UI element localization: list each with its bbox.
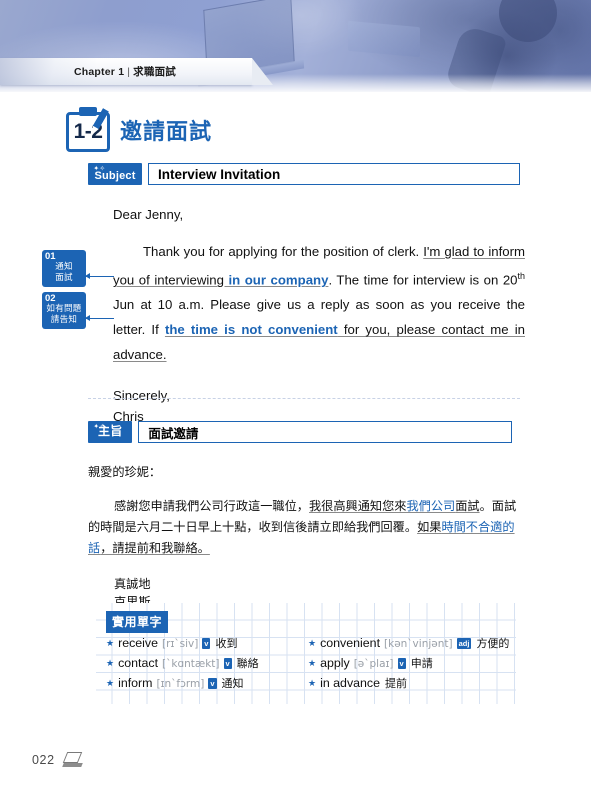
chapter-breadcrumb: Chapter 1 | 求職面試 (74, 64, 176, 79)
banner-second-laptop-graphic (348, 20, 420, 58)
chapter-number-label: Chapter 1 (74, 66, 125, 78)
vocabulary-part-of-speech: adj (456, 638, 472, 649)
chinese-greeting: 親愛的珍妮： (88, 465, 162, 479)
vocabulary-title: 實用單字 (106, 611, 169, 633)
english-segment-0: Thank you for applying for the position … (143, 244, 424, 259)
vocabulary-item: ★ contact [ˋkɑntækt] v 聯絡 (106, 654, 308, 674)
vocabulary-phonetic: [ˋkɑntækt] (162, 658, 220, 670)
section-title: 邀請面試 (120, 120, 213, 145)
vocabulary-word: apply (320, 656, 350, 670)
chinese-segment-7: ，請提前和我聯絡。 (100, 541, 210, 555)
subject-badge-chinese: ✦✧ 主旨 (88, 421, 133, 443)
annotation-arrow-02 (85, 315, 114, 321)
star-icon: ★ (106, 678, 115, 688)
vocabulary-part-of-speech: v (397, 658, 406, 669)
subject-badge-english: ✦✧ Subject (88, 163, 142, 185)
clipboard-icon: 1-2 (66, 107, 114, 153)
vocabulary-part-of-speech: v (223, 658, 232, 669)
vocabulary-word: receive (118, 636, 159, 650)
page-number: 022 (32, 752, 55, 767)
chinese-segment-0: 感謝您申請我們公司行政這一職位， (114, 499, 309, 513)
chinese-highlight-our-company: 我們公司 (406, 499, 456, 513)
annotation-line1-01: 通知 (55, 262, 73, 272)
vocabulary-right-column: ★ convenient [kənˋvinjənt] adj 方便的 ★ app… (308, 634, 510, 694)
vocabulary-left-column: ★ receive [rɪˋsiv] v 收到 ★ contact [ˋkɑnt… (106, 634, 308, 694)
annotation-line1-02: 如有問題 (46, 304, 82, 314)
chinese-closing: 真誠地 (114, 577, 151, 591)
chinese-segment-3: 面試 (455, 499, 480, 513)
vocabulary-box: 實用單字 ★ receive [rɪˋsiv] v 收到 ★ contact [… (96, 603, 516, 704)
english-letter-body: Dear Jenny, Thank you for applying for t… (113, 202, 525, 427)
vocabulary-word: in advance (320, 676, 381, 690)
vocabulary-part-of-speech: v (208, 678, 217, 689)
english-paragraph: Thank you for applying for the position … (113, 239, 525, 367)
chinese-segment-5: 如果 (417, 520, 442, 534)
star-icon: ★ (308, 678, 317, 688)
breadcrumb-separator: | (127, 66, 131, 78)
star-icon: ★ (106, 638, 115, 648)
vocabulary-item: ★ receive [rɪˋsiv] v 收到 (106, 634, 308, 654)
annotation-tag-01: 01 通知 面試 (42, 250, 86, 287)
star-icon: ★ (308, 658, 317, 668)
english-segment-3: . The time for interview is on 20 (328, 272, 518, 288)
english-highlight-in-our-company: in our company (228, 272, 329, 288)
annotation-number-01: 01 (45, 251, 56, 262)
vocabulary-item: ★ apply [əˋplaɪ] v 申請 (308, 654, 510, 674)
book-icon (61, 752, 83, 767)
english-highlight-not-convenient: the time is not convenient (164, 322, 338, 338)
annotation-line2-02: 請告知 (50, 314, 78, 325)
vocabulary-meaning: 方便的 (476, 637, 510, 650)
chinese-segment-1: 我很高興通知您來 (309, 499, 407, 513)
vocabulary-word: inform (118, 676, 153, 690)
chinese-paragraph: 感謝您申請我們公司行政這一職位，我很高興通知您來我們公司面試。面試的時間是六月二… (88, 496, 520, 559)
english-greeting: Dear Jenny, (113, 207, 184, 222)
star-icon: ★ (106, 658, 115, 668)
english-closing: Sincerely, (113, 388, 170, 404)
chinese-letter-body: 親愛的珍妮： 感謝您申請我們公司行政這一職位，我很高興通知您來我們公司面試。面試… (88, 462, 520, 611)
vocabulary-item: ★ convenient [kənˋvinjənt] adj 方便的 (308, 634, 510, 654)
vocabulary-word: contact (118, 656, 159, 670)
vocabulary-meaning: 申請 (410, 657, 433, 670)
vocabulary-phonetic: [ɪnˋfɔrm] (156, 678, 205, 690)
page-footer: 022 (32, 752, 83, 767)
vocabulary-item: ★ inform [ɪnˋfɔrm] v 通知 (106, 674, 308, 694)
vocabulary-meaning: 通知 (221, 677, 244, 690)
english-subject-row: ✦✧ Subject Interview Invitation (88, 163, 520, 185)
section-heading: 1-2 邀請面試 (66, 107, 212, 153)
annotation-arrow-01 (85, 273, 114, 279)
vocabulary-meaning: 聯絡 (236, 657, 259, 670)
vocabulary-meaning: 提前 (385, 677, 408, 690)
vocabulary-meaning: 收到 (215, 637, 238, 650)
vocabulary-phonetic: [kənˋvinjənt] (384, 638, 453, 650)
sparkle-icon-chinese: ✦✧ (93, 422, 104, 431)
book-cover-shape (62, 752, 82, 763)
ordinal-suffix: th (517, 271, 526, 281)
vocabulary-phonetic: [əˋplaɪ] (353, 658, 394, 670)
subject-input-english[interactable]: Interview Invitation (148, 163, 520, 185)
vocabulary-part-of-speech: v (202, 638, 211, 649)
vocabulary-phonetic: [rɪˋsiv] (162, 638, 199, 650)
vocabulary-word: convenient (320, 636, 381, 650)
sparkle-icon: ✦✧ (93, 164, 104, 173)
chinese-subject-row: ✦✧ 主旨 面試邀請 (88, 421, 520, 443)
annotation-tag-02: 02 如有問題 請告知 (42, 292, 86, 329)
chapter-title-label: 求職面試 (133, 66, 176, 78)
section-divider (88, 398, 520, 399)
star-icon: ★ (308, 638, 317, 648)
book-base-shape (61, 763, 83, 767)
vocabulary-columns: ★ receive [rɪˋsiv] v 收到 ★ contact [ˋkɑnt… (106, 634, 510, 694)
subject-input-chinese[interactable]: 面試邀請 (138, 421, 513, 443)
annotation-number-02: 02 (45, 293, 56, 304)
vocabulary-item: ★ in advance 提前 (308, 674, 510, 694)
annotation-line2-01: 面試 (55, 272, 73, 283)
